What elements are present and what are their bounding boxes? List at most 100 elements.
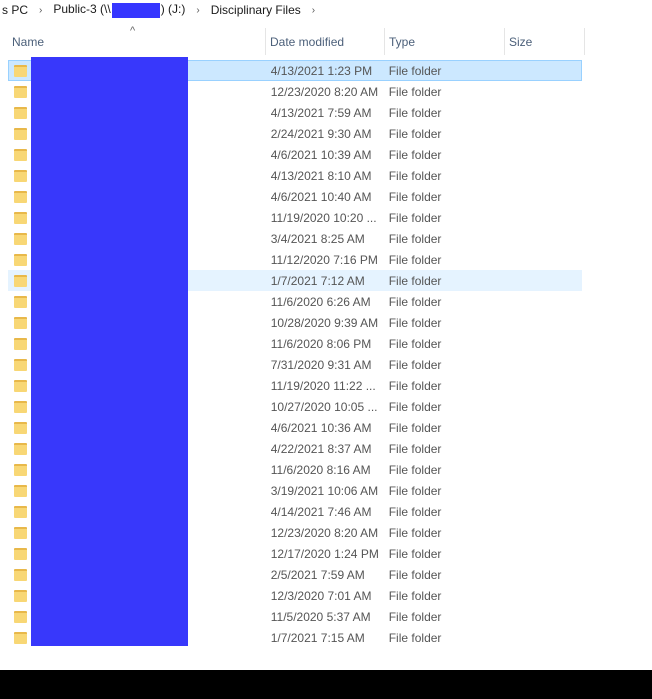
file-type-cell: File folder: [388, 84, 442, 99]
file-type-cell: File folder: [388, 420, 442, 435]
folder-icon: [14, 358, 27, 371]
file-type-cell: File folder: [388, 336, 442, 351]
file-type-cell: File folder: [388, 588, 442, 603]
column-header-size[interactable]: Size: [505, 28, 585, 55]
file-type-cell: File folder: [388, 189, 442, 204]
folder-icon: [14, 631, 27, 644]
file-type-cell: File folder: [388, 609, 442, 624]
folder-icon: [14, 253, 27, 266]
file-date-cell: 4/6/2021 10:40 AM: [270, 189, 372, 204]
chevron-right-icon[interactable]: ›: [187, 5, 208, 16]
folder-icon: [14, 232, 27, 245]
file-type-cell: File folder: [388, 294, 442, 309]
file-type-cell: File folder: [388, 210, 442, 225]
file-date-cell: 7/31/2020 9:31 AM: [270, 357, 372, 372]
file-date-cell: 12/3/2020 7:01 AM: [270, 588, 372, 603]
file-date-cell: 4/13/2021 7:59 AM: [270, 105, 372, 120]
folder-icon: [14, 337, 27, 350]
folder-icon: [14, 316, 27, 329]
breadcrumb-drive-label: Public-3 (\\: [53, 2, 111, 17]
file-date-cell: 11/6/2020 8:06 PM: [270, 336, 372, 351]
folder-icon: [14, 127, 27, 140]
folder-icon: [14, 190, 27, 203]
file-date-cell: 1/7/2021 7:15 AM: [270, 630, 365, 645]
breadcrumb-item-this-pc[interactable]: s PC: [0, 3, 30, 17]
file-date-cell: 10/27/2020 10:05 ...: [270, 399, 378, 414]
file-type-cell: File folder: [388, 168, 442, 183]
file-date-cell: 1/7/2021 7:12 AM: [270, 273, 365, 288]
file-date-cell: 11/6/2020 8:16 AM: [270, 462, 371, 477]
file-date-cell: 4/6/2021 10:39 AM: [270, 147, 372, 162]
file-date-cell: 4/13/2021 8:10 AM: [270, 168, 372, 183]
file-type-cell: File folder: [388, 630, 442, 645]
folder-icon: [14, 148, 27, 161]
file-type-cell: File folder: [388, 273, 442, 288]
file-type-cell: File folder: [388, 546, 442, 561]
chevron-right-icon[interactable]: ›: [30, 5, 51, 16]
breadcrumb-item-disciplinary-files[interactable]: Disciplinary Files: [209, 3, 303, 17]
folder-icon: [14, 400, 27, 413]
file-date-cell: 4/14/2021 7:46 AM: [270, 504, 372, 519]
breadcrumb: s PC › Public-3 (\\ ) (J:) › Disciplinary…: [0, 0, 652, 20]
column-header-name-label: Name: [12, 34, 45, 49]
file-type-cell: File folder: [388, 252, 442, 267]
folder-icon: [14, 85, 27, 98]
breadcrumb-item-drive[interactable]: Public-3 (\\ ) (J:): [51, 2, 187, 18]
file-type-cell: File folder: [388, 567, 442, 582]
file-date-cell: 11/6/2020 6:26 AM: [270, 294, 371, 309]
file-type-cell: File folder: [388, 315, 442, 330]
file-type-cell: File folder: [388, 231, 442, 246]
column-header-name[interactable]: ^ Name: [8, 25, 266, 55]
file-type-cell: File folder: [388, 105, 442, 120]
chevron-right-icon[interactable]: ›: [303, 5, 324, 16]
folder-icon: [14, 610, 27, 623]
redaction-block: [31, 57, 188, 646]
folder-icon: [14, 463, 27, 476]
taskbar-edge: [0, 670, 652, 699]
folder-icon: [14, 106, 27, 119]
column-header-date[interactable]: Date modified: [266, 28, 385, 55]
folder-icon: [14, 568, 27, 581]
column-header-type-label: Type: [389, 34, 416, 49]
folder-icon: [14, 295, 27, 308]
folder-icon: [14, 64, 27, 77]
folder-icon: [14, 505, 27, 518]
file-date-cell: 11/5/2020 5:37 AM: [270, 609, 371, 624]
file-type-cell: File folder: [388, 126, 442, 141]
file-type-cell: File folder: [388, 462, 442, 477]
folder-icon: [14, 484, 27, 497]
file-type-cell: File folder: [388, 525, 442, 540]
folder-icon: [14, 421, 27, 434]
file-type-cell: File folder: [388, 483, 442, 498]
folder-icon: [14, 379, 27, 392]
file-date-cell: 4/6/2021 10:36 AM: [270, 420, 372, 435]
file-date-cell: 4/22/2021 8:37 AM: [270, 441, 372, 456]
file-date-cell: 3/4/2021 8:25 AM: [270, 231, 365, 246]
file-type-cell: File folder: [388, 147, 442, 162]
column-header-size-label: Size: [509, 34, 533, 49]
file-type-cell: File folder: [388, 378, 442, 393]
breadcrumb-drive-suffix: ) (J:): [160, 2, 186, 17]
file-date-cell: 12/23/2020 8:20 AM: [270, 525, 379, 540]
file-date-cell: 2/24/2021 9:30 AM: [270, 126, 372, 141]
folder-icon: [14, 589, 27, 602]
file-type-cell: File folder: [388, 504, 442, 519]
column-header: ^ Name Date modified Type Size: [8, 25, 588, 55]
folder-icon: [14, 211, 27, 224]
file-date-cell: 11/12/2020 7:16 PM: [270, 252, 378, 267]
column-header-type[interactable]: Type: [385, 28, 505, 55]
file-type-cell: File folder: [388, 63, 442, 78]
file-date-cell: 11/19/2020 11:22 ...: [270, 378, 376, 393]
file-date-cell: 11/19/2020 10:20 ...: [270, 210, 377, 225]
folder-icon: [14, 169, 27, 182]
file-date-cell: 2/5/2021 7:59 AM: [270, 567, 365, 582]
file-type-cell: File folder: [388, 441, 442, 456]
folder-icon: [14, 547, 27, 560]
file-date-cell: 4/13/2021 1:23 PM: [270, 63, 373, 78]
file-type-cell: File folder: [388, 357, 442, 372]
file-date-cell: 3/19/2021 10:06 AM: [270, 483, 379, 498]
file-type-cell: File folder: [388, 399, 442, 414]
file-date-cell: 10/28/2020 9:39 AM: [270, 315, 379, 330]
folder-icon: [14, 526, 27, 539]
column-header-date-label: Date modified: [270, 34, 345, 49]
